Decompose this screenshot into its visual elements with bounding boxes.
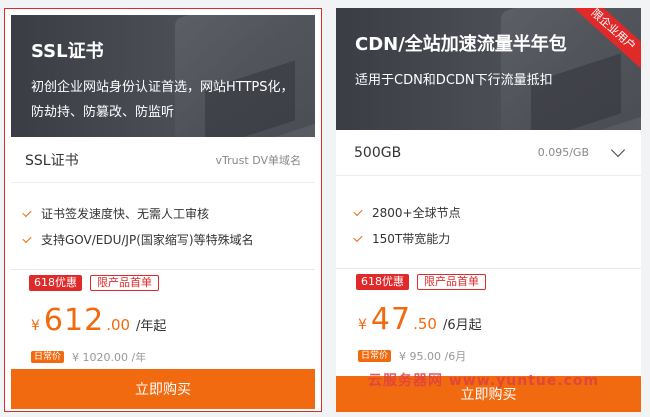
check-icon <box>22 207 32 218</box>
check-icon <box>353 232 363 243</box>
price: ¥ 612 .00 /年起 <box>31 303 166 338</box>
price-integer: 612 <box>43 303 105 338</box>
currency-symbol: ¥ <box>31 318 40 334</box>
sale-badge: 618优惠 <box>356 274 409 290</box>
regular-price: 日常价 ¥ 1020.00 /年 <box>31 349 146 365</box>
price-integer: 47 <box>370 302 412 337</box>
spec-detail: vTrust DV单域名 <box>215 153 301 167</box>
cdn-product-card[interactable]: CDN/全站加速流量半年包 适用于CDN和DCDN下行流量抵扣 限企业用户 50… <box>336 8 641 412</box>
feature-list: 2800+全球节点 150T带宽能力 <box>353 200 461 252</box>
promo-badges: 618优惠 限产品首单 <box>356 274 486 290</box>
price-unit: /6月起 <box>442 318 482 333</box>
spec-name: 500GB <box>354 144 402 161</box>
sale-badge: 618优惠 <box>29 275 82 291</box>
card-header: CDN/全站加速流量半年包 适用于CDN和DCDN下行流量抵扣 限企业用户 <box>336 8 641 130</box>
chevron-down-icon[interactable] <box>610 142 626 158</box>
feature-list: 证书签发速度快、无需人工审核 支持GOV/EDU/JP(国家缩写)等特殊域名 <box>22 201 254 253</box>
check-icon <box>353 206 363 217</box>
currency-symbol: ¥ <box>358 317 367 333</box>
regular-price-value: ¥ 1020.00 /年 <box>72 351 147 364</box>
ssl-product-card[interactable]: SSL证书 初创企业网站身份认证首选，网站HTTPS化，防劫持、防篡改、防监听 … <box>4 8 322 412</box>
limit-badge: 限产品首单 <box>417 274 486 290</box>
price-decimal: .00 <box>106 316 131 334</box>
price-decimal: .50 <box>413 315 437 333</box>
price-unit: /年起 <box>136 319 167 334</box>
regular-price-tag: 日常价 <box>358 350 392 362</box>
feature-item: 150T带宽能力 <box>353 226 461 252</box>
spec-selector[interactable]: SSL证书 vTrust DV单域名 <box>11 137 315 183</box>
price: ¥ 47 .50 /6月起 <box>358 302 482 337</box>
check-icon <box>22 233 32 244</box>
card-title: CDN/全站加速流量半年包 <box>355 34 567 55</box>
divider <box>11 269 315 270</box>
spec-selector[interactable]: 500GB 0.095/GB <box>336 130 641 176</box>
spec-name: SSL证书 <box>25 152 79 169</box>
spec-detail: 0.095/GB <box>537 146 589 159</box>
site-watermark: 云服务器网 www.yuntue.com <box>368 373 600 389</box>
buy-now-button[interactable]: 立即购买 <box>11 369 315 409</box>
regular-price: 日常价 ¥ 95.00 /6月 <box>358 348 466 364</box>
card-description: 适用于CDN和DCDN下行流量抵扣 <box>355 73 553 88</box>
regular-price-value: ¥ 95.00 /6月 <box>399 350 467 363</box>
feature-item: 证书签发速度快、无需人工审核 <box>22 201 254 227</box>
divider <box>336 268 641 269</box>
limit-badge: 限产品首单 <box>90 275 159 291</box>
feature-item: 2800+全球节点 <box>353 200 461 226</box>
card-header: SSL证书 初创企业网站身份认证首选，网站HTTPS化，防劫持、防篡改、防监听 <box>11 15 315 137</box>
card-title: SSL证书 <box>31 41 104 62</box>
feature-item: 支持GOV/EDU/JP(国家缩写)等特殊域名 <box>22 227 254 253</box>
regular-price-tag: 日常价 <box>31 351 65 363</box>
promo-badges: 618优惠 限产品首单 <box>29 275 159 291</box>
card-description: 初创企业网站身份认证首选，网站HTTPS化，防劫持、防篡改、防监听 <box>31 80 294 120</box>
